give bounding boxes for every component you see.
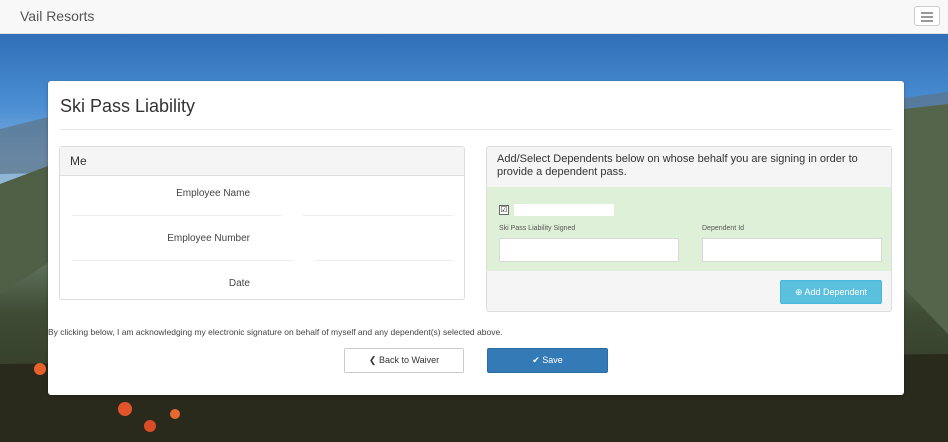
divider — [72, 260, 294, 261]
checkmark-icon: ✔ — [532, 355, 540, 365]
liability-signed-field[interactable] — [499, 238, 679, 262]
top-navbar: Vail Resorts — [0, 0, 948, 34]
divider — [72, 215, 282, 216]
dependent-row: ☑ Ski Pass Liability Signed Dependent Id — [487, 187, 891, 271]
dependent-id-field[interactable] — [702, 238, 882, 262]
chevron-left-icon: ❮ — [368, 355, 377, 365]
ski-pass-liability-panel: Ski Pass Liability Me Employee Name Empl… — [48, 81, 904, 395]
page-title: Ski Pass Liability — [60, 96, 196, 116]
liability-signed-label: Ski Pass Liability Signed — [499, 225, 576, 232]
dependents-heading: Add/Select Dependents below on whose beh… — [497, 153, 858, 178]
date-label: Date — [228, 278, 250, 289]
divider — [60, 129, 892, 130]
save-label: Save — [542, 355, 563, 365]
save-button[interactable]: ✔ Save — [487, 348, 608, 373]
me-heading: Me — [60, 147, 464, 176]
dependents-section: Add/Select Dependents below on whose beh… — [486, 146, 892, 312]
plus-circle-icon: ⊕ — [794, 287, 803, 297]
dependent-id-value — [707, 245, 747, 255]
employee-name-label: Employee Name — [176, 188, 250, 199]
divider — [315, 260, 453, 261]
liability-signed-value — [504, 245, 564, 255]
me-section: Me Employee Name Employee Number Date — [59, 146, 465, 300]
hamburger-icon[interactable] — [914, 6, 940, 26]
brand-title[interactable]: Vail Resorts — [20, 8, 94, 24]
dependent-checkbox[interactable]: ☑ — [499, 205, 509, 215]
add-dependent-button[interactable]: ⊕ Add Dependent — [780, 280, 882, 304]
add-dependent-label: Add Dependent — [804, 287, 868, 297]
back-to-waiver-label: Back to Waiver — [378, 355, 440, 365]
acknowledgement-text: By clicking below, I am acknowledging my… — [48, 327, 503, 337]
divider — [303, 215, 453, 216]
back-to-waiver-button[interactable]: ❮ Back to Waiver — [344, 348, 464, 373]
dependent-id-label: Dependent Id — [702, 225, 745, 232]
dependent-name — [514, 204, 614, 216]
employee-number-label: Employee Number — [167, 233, 250, 244]
